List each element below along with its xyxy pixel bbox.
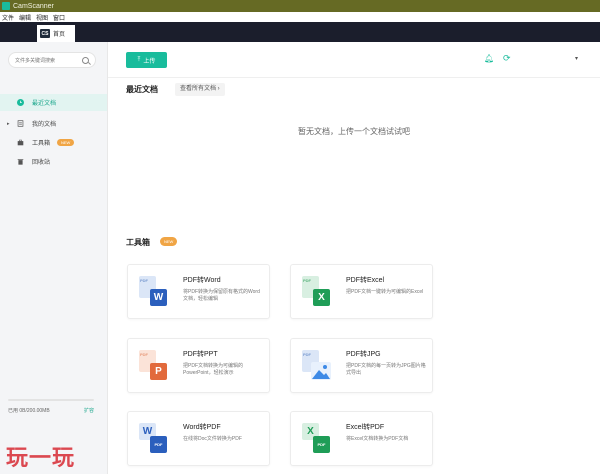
sidebar-item-label: 最近文档 <box>32 101 57 107</box>
card-description: 把PDF文档的每一页转为JPG图片格式导出 <box>346 363 426 376</box>
menu-bar: 文件 编辑 视图 窗口 <box>0 12 600 22</box>
watermark-logo: 玩一玩 <box>6 446 76 471</box>
pdf-to-jpg-icon: PDF <box>302 350 336 386</box>
pdf-to-ppt-icon: PDF P <box>139 350 173 386</box>
card-description: 将Excel文档转换为PDF文档 <box>346 436 409 442</box>
sidebar-item-my-docs[interactable]: ▸ 我的文档 <box>0 115 107 132</box>
expand-caret-icon[interactable]: ▸ <box>7 121 10 127</box>
card-title: Excel转PDF <box>346 424 385 431</box>
card-description: 把PDF文档转换为可编辑的PowerPoint，轻松演示 <box>183 363 244 376</box>
upload-icon: ⤒ <box>137 56 141 63</box>
storage-usage: 已用 0B/200.00MB 扩容 <box>8 399 94 414</box>
tab-bar: CS 首页 <box>0 22 600 42</box>
tool-card-pdf-to-word[interactable]: PDF W PDF转Word 将PDF转换为保留原有格式的Word文档，轻松编辑 <box>127 264 270 319</box>
tool-card-word-to-pdf[interactable]: W PDF Word转PDF 在线将Doc文件转换为PDF <box>127 411 270 466</box>
menu-file[interactable]: 文件 <box>2 13 14 22</box>
top-toolbar: ⤒ 上传 🔔︎ ⟳ ▾ <box>108 42 600 78</box>
tab-home-label: 首页 <box>53 32 66 38</box>
search-icon[interactable] <box>82 57 89 64</box>
clock-icon <box>17 99 24 106</box>
pdf-to-excel-icon: PDF X <box>302 276 336 312</box>
window-title-bar: CamScanner <box>0 0 600 12</box>
toolbox-icon <box>17 139 24 146</box>
card-description: 在线将Doc文件转换为PDF <box>183 436 242 442</box>
sidebar: 最近文档 ▸ 我的文档 工具箱 NEW 回收站 已用 0B/200.00MB 扩… <box>0 42 108 474</box>
sidebar-item-label: 工具箱 <box>32 141 51 147</box>
empty-state-message: 暂无文档，上传一个文档试试吧 <box>298 127 410 136</box>
card-description: 把PDF文档一键转为可编辑的Excel <box>346 289 424 295</box>
tool-card-pdf-to-jpg[interactable]: PDF PDF转JPG 把PDF文档的每一页转为JPG图片格式导出 <box>290 338 433 393</box>
toolbox-new-badge: NEW <box>160 237 178 246</box>
document-icon <box>17 120 24 127</box>
account-dropdown-icon[interactable]: ▾ <box>575 55 578 62</box>
card-title: PDF转Excel <box>346 277 385 284</box>
toolbox-title: 工具箱 <box>126 238 150 247</box>
expand-storage-link[interactable]: 扩容 <box>84 407 94 414</box>
menu-edit[interactable]: 编辑 <box>19 13 31 22</box>
storage-used-text: 已用 0B/200.00MB <box>8 408 50 414</box>
card-title: PDF转JPG <box>346 351 381 358</box>
card-title: PDF转Word <box>183 277 221 284</box>
tool-card-pdf-to-excel[interactable]: PDF X PDF转Excel 把PDF文档一键转为可编辑的Excel <box>290 264 433 319</box>
pdf-to-word-icon: PDF W <box>139 276 173 312</box>
sidebar-item-trash[interactable]: 回收站 <box>0 153 107 170</box>
sidebar-item-toolbox[interactable]: 工具箱 NEW <box>0 134 107 151</box>
image-icon <box>311 362 331 380</box>
tool-card-excel-to-pdf[interactable]: X PDF Excel转PDF 将Excel文档转换为PDF文档 <box>290 411 433 466</box>
bell-icon[interactable]: 🔔︎ <box>484 55 494 63</box>
upload-label: 上传 <box>143 58 156 65</box>
card-description: 将PDF转换为保留原有格式的Word文档，轻松编辑 <box>183 289 260 302</box>
sync-icon[interactable]: ⟳ <box>503 54 512 63</box>
card-title: PDF转PPT <box>183 351 218 358</box>
sidebar-item-label: 我的文档 <box>32 122 57 128</box>
app-logo-icon <box>2 2 10 10</box>
camscanner-logo-icon: CS <box>40 29 50 38</box>
window-title: CamScanner <box>13 2 54 10</box>
search-input[interactable] <box>15 56 81 65</box>
search-box[interactable] <box>8 52 96 68</box>
menu-view[interactable]: 视图 <box>36 13 48 22</box>
main-content: ⤒ 上传 🔔︎ ⟳ ▾ 最近文档 查看所有文档 › 暂无文档，上传一个文档试试吧… <box>108 42 600 474</box>
menu-window[interactable]: 窗口 <box>53 13 65 22</box>
excel-to-pdf-icon: X PDF <box>302 423 336 459</box>
tab-home[interactable]: CS 首页 <box>37 25 75 42</box>
new-badge: NEW <box>57 139 75 146</box>
sidebar-item-recent[interactable]: 最近文档 <box>0 94 107 111</box>
storage-bar <box>8 399 94 401</box>
recent-docs-title: 最近文档 <box>126 85 158 94</box>
view-all-docs-button[interactable]: 查看所有文档 › <box>175 83 225 96</box>
tool-card-pdf-to-ppt[interactable]: PDF P PDF转PPT 把PDF文档转换为可编辑的PowerPoint，轻松… <box>127 338 270 393</box>
trash-icon <box>17 159 24 165</box>
sidebar-item-label: 回收站 <box>32 160 51 166</box>
card-title: Word转PDF <box>183 424 221 431</box>
word-to-pdf-icon: W PDF <box>139 423 173 459</box>
upload-button[interactable]: ⤒ 上传 <box>126 52 167 68</box>
